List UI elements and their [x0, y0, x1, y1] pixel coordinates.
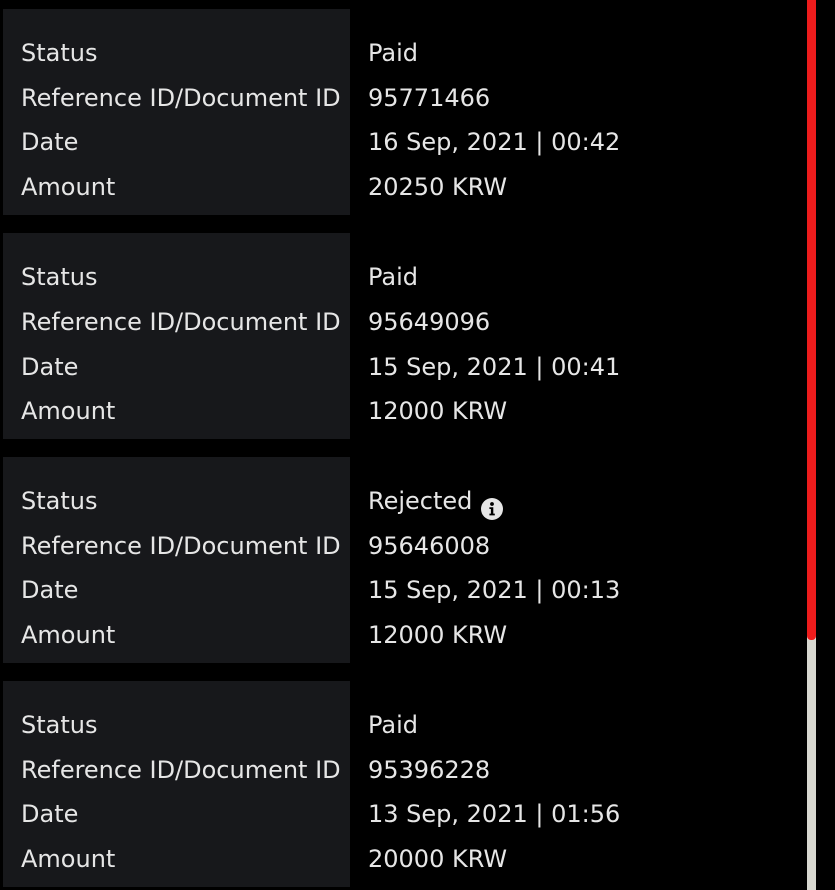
status-row: Status Rejected	[0, 479, 800, 523]
status-text: Paid	[368, 39, 419, 67]
scrollbar-thumb[interactable]	[807, 0, 816, 640]
status-label: Status	[21, 39, 98, 67]
amount-label: Amount	[21, 173, 116, 201]
status-label: Status	[21, 487, 98, 515]
date-label: Date	[21, 128, 79, 156]
date-value: 15 Sep, 2021 | 00:41	[368, 353, 621, 381]
reference-value: 95771466	[368, 84, 491, 112]
date-value: 15 Sep, 2021 | 00:13	[368, 576, 621, 604]
status-value: Paid	[368, 255, 418, 299]
status-label: Status	[21, 711, 98, 739]
status-label: Status	[21, 263, 98, 291]
reference-value: 95396228	[368, 756, 491, 784]
reference-label: Reference ID/Document ID	[21, 756, 341, 784]
amount-row: Amount 12000 KRW	[0, 613, 800, 657]
date-row: Date 13 Sep, 2021 | 01:56	[0, 792, 800, 836]
amount-value: 12000 KRW	[368, 621, 508, 649]
amount-value: 12000 KRW	[368, 397, 508, 425]
date-row: Date 15 Sep, 2021 | 00:41	[0, 345, 800, 389]
reference-row: Reference ID/Document ID 95771466	[0, 76, 800, 120]
status-row: Status Paid	[0, 255, 800, 299]
scrollbar-track[interactable]	[807, 0, 816, 890]
reference-label: Reference ID/Document ID	[21, 84, 341, 112]
date-row: Date 15 Sep, 2021 | 00:13	[0, 568, 800, 612]
status-value: Paid	[368, 31, 418, 75]
status-text: Paid	[368, 711, 419, 739]
date-label: Date	[21, 353, 79, 381]
amount-label: Amount	[21, 845, 116, 873]
status-value: Rejected	[368, 479, 504, 523]
reference-value: 95646008	[368, 532, 491, 560]
amount-value: 20250 KRW	[368, 173, 508, 201]
reference-label: Reference ID/Document ID	[21, 308, 341, 336]
transaction-list: Status Paid Reference ID/Document ID 957…	[0, 0, 805, 890]
status-row: Status Paid	[0, 31, 800, 75]
amount-row: Amount 12000 KRW	[0, 389, 800, 433]
status-text: Paid	[368, 263, 419, 291]
date-value: 16 Sep, 2021 | 00:42	[368, 128, 621, 156]
status-row: Status Paid	[0, 703, 800, 747]
status-text: Rejected	[368, 487, 473, 515]
status-value: Paid	[368, 703, 418, 747]
info-icon[interactable]	[481, 490, 504, 520]
amount-label: Amount	[21, 621, 116, 649]
date-row: Date 16 Sep, 2021 | 00:42	[0, 120, 800, 164]
date-label: Date	[21, 800, 79, 828]
reference-value: 95649096	[368, 308, 491, 336]
amount-row: Amount 20250 KRW	[0, 165, 800, 209]
amount-label: Amount	[21, 397, 116, 425]
reference-row: Reference ID/Document ID 95396228	[0, 748, 800, 792]
date-label: Date	[21, 576, 79, 604]
amount-row: Amount 20000 KRW	[0, 837, 800, 881]
reference-label: Reference ID/Document ID	[21, 532, 341, 560]
reference-row: Reference ID/Document ID 95646008	[0, 524, 800, 568]
amount-value: 20000 KRW	[368, 845, 508, 873]
reference-row: Reference ID/Document ID 95649096	[0, 300, 800, 344]
date-value: 13 Sep, 2021 | 01:56	[368, 800, 621, 828]
